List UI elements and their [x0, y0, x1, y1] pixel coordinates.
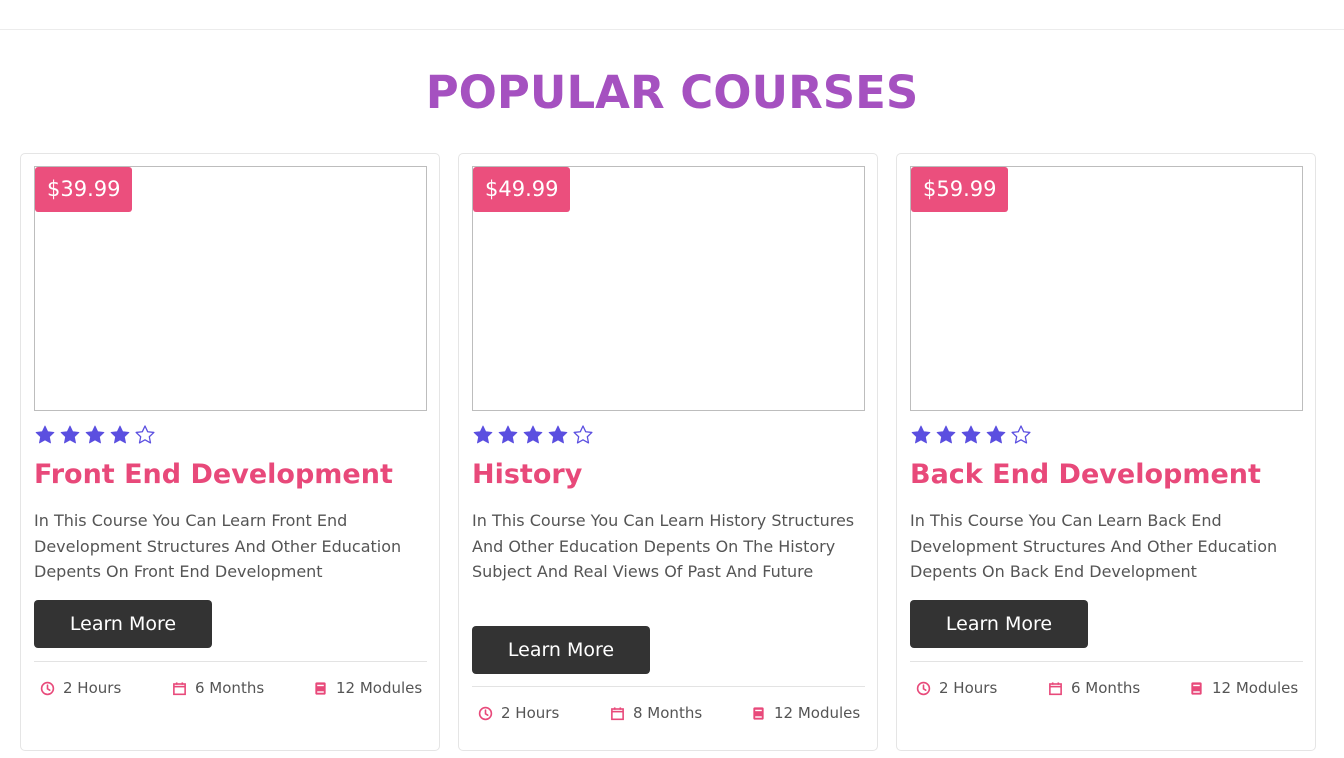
star-filled-icon: [960, 424, 984, 448]
card-divider: [472, 686, 865, 687]
duration-text: 2 Hours: [939, 679, 998, 697]
clock-icon: [478, 706, 493, 721]
learn-more-button[interactable]: Learn More: [34, 600, 212, 648]
star-filled-icon: [59, 424, 83, 448]
course-meta: 2 Hours 6 Months 12 Modules: [910, 679, 1305, 701]
duration-info: 2 Hours: [916, 679, 997, 697]
learn-more-button[interactable]: Learn More: [472, 626, 650, 674]
duration-info: 2 Hours: [478, 704, 559, 722]
star-filled-icon: [472, 424, 496, 448]
clock-icon: [916, 681, 931, 696]
course-card: $49.99 History In This Course You Can Le…: [458, 153, 878, 751]
star-filled-icon: [547, 424, 571, 448]
calendar-icon: [172, 681, 187, 696]
book-icon: [751, 706, 766, 721]
course-meta: 2 Hours 8 Months 12 Modules: [472, 704, 867, 726]
card-divider: [910, 661, 1303, 662]
star-filled-icon: [109, 424, 133, 448]
book-icon: [1189, 681, 1204, 696]
star-filled-icon: [84, 424, 108, 448]
star-filled-icon: [522, 424, 546, 448]
course-description: In This Course You Can Learn History Str…: [472, 511, 855, 581]
duration-text: 2 Hours: [501, 704, 560, 722]
modules-text: 12 Modules: [774, 704, 861, 722]
course-description: In This Course You Can Learn Front End D…: [34, 511, 402, 581]
period-text: 6 Months: [1071, 679, 1141, 697]
star-outline-icon: [134, 424, 158, 448]
price-badge: $49.99: [473, 167, 571, 212]
price-badge: $59.99: [911, 167, 1009, 212]
star-filled-icon: [497, 424, 521, 448]
star-filled-icon: [34, 424, 58, 448]
modules-text: 12 Modules: [1212, 679, 1299, 697]
period-text: 8 Months: [633, 704, 703, 722]
course-description: In This Course You Can Learn Back End De…: [910, 511, 1278, 581]
book-icon: [313, 681, 328, 696]
course-thumbnail[interactable]: $49.99: [472, 166, 865, 411]
course-meta: 2 Hours 6 Months 12 Modules: [34, 679, 429, 701]
modules-info: 12 Modules: [1189, 679, 1298, 697]
modules-info: 12 Modules: [313, 679, 422, 697]
star-filled-icon: [935, 424, 959, 448]
card-divider: [34, 661, 427, 662]
calendar-icon: [1048, 681, 1063, 696]
modules-info: 12 Modules: [751, 704, 860, 722]
learn-more-button[interactable]: Learn More: [910, 600, 1088, 648]
star-outline-icon: [1010, 424, 1034, 448]
duration-info: 2 Hours: [40, 679, 121, 697]
duration-text: 2 Hours: [63, 679, 122, 697]
rating-stars: [910, 424, 1034, 448]
price-badge: $39.99: [35, 167, 133, 212]
modules-text: 12 Modules: [336, 679, 423, 697]
course-thumbnail[interactable]: $59.99: [910, 166, 1303, 411]
calendar-icon: [610, 706, 625, 721]
period-text: 6 Months: [195, 679, 265, 697]
rating-stars: [472, 424, 596, 448]
section-title: POPULAR COURSES: [425, 66, 919, 119]
period-info: 6 Months: [1048, 679, 1140, 697]
period-info: 6 Months: [172, 679, 264, 697]
star-filled-icon: [910, 424, 934, 448]
header-divider: [0, 29, 1344, 30]
clock-icon: [40, 681, 55, 696]
course-title[interactable]: Back End Development: [910, 459, 1305, 490]
course-thumbnail[interactable]: $39.99: [34, 166, 427, 411]
course-card: $39.99 Front End Development In This Cou…: [20, 153, 440, 751]
course-title[interactable]: Front End Development: [34, 459, 429, 490]
star-filled-icon: [985, 424, 1009, 448]
period-info: 8 Months: [610, 704, 702, 722]
star-outline-icon: [572, 424, 596, 448]
course-card: $59.99 Back End Development In This Cour…: [896, 153, 1316, 751]
rating-stars: [34, 424, 158, 448]
course-title[interactable]: History: [472, 459, 867, 490]
